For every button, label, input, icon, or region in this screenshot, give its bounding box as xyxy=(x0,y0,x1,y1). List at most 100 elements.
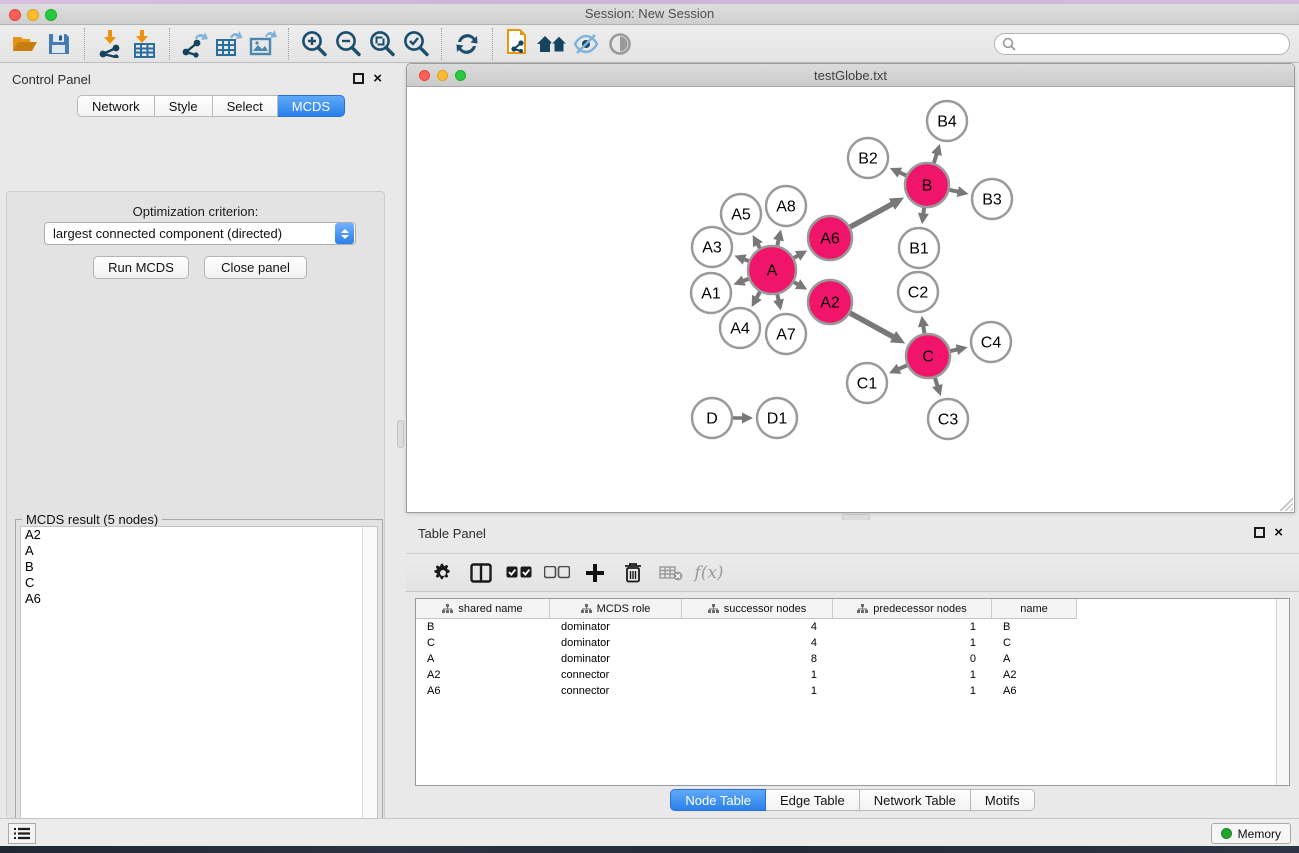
tab-node-table[interactable]: Node Table xyxy=(670,789,766,811)
import-table-button[interactable] xyxy=(127,28,161,60)
show-columns-button[interactable] xyxy=(462,558,500,588)
graph-node-D[interactable]: D xyxy=(692,398,732,438)
task-history-button[interactable] xyxy=(8,823,36,844)
table-cell: A xyxy=(992,653,1077,665)
column-header-name[interactable]: name xyxy=(992,599,1077,619)
run-mcds-button[interactable]: Run MCDS xyxy=(93,256,189,279)
save-session-button[interactable] xyxy=(42,28,76,60)
table-cell: connector xyxy=(550,669,682,681)
node-label: A1 xyxy=(701,286,721,303)
refresh-icon xyxy=(454,31,480,57)
graph-node-C3[interactable]: C3 xyxy=(928,399,968,439)
float-panel-icon[interactable] xyxy=(1254,527,1265,538)
tab-edge-table[interactable]: Edge Table xyxy=(766,789,860,811)
graph-node-C4[interactable]: C4 xyxy=(971,322,1011,362)
close-panel-button[interactable]: Close panel xyxy=(204,256,307,279)
tab-motifs[interactable]: Motifs xyxy=(971,789,1035,811)
graph-node-C2[interactable]: C2 xyxy=(898,272,938,312)
column-label: predecessor nodes xyxy=(873,603,967,615)
zoom-in-button[interactable] xyxy=(297,28,331,60)
result-item[interactable]: A2 xyxy=(21,527,377,543)
float-panel-icon[interactable] xyxy=(353,73,364,84)
hide-graphics-details-button[interactable] xyxy=(569,28,603,60)
zoom-out-button[interactable] xyxy=(331,28,365,60)
graph-node-A2[interactable]: A2 xyxy=(808,280,852,324)
node-label: D xyxy=(706,411,718,428)
table-scrollbar[interactable] xyxy=(1276,599,1289,785)
add-column-button[interactable] xyxy=(576,558,614,588)
graph-node-C1[interactable]: C1 xyxy=(847,363,887,403)
import-network-button[interactable] xyxy=(93,28,127,60)
tab-network-table[interactable]: Network Table xyxy=(860,789,971,811)
graph-node-D1[interactable]: D1 xyxy=(757,398,797,438)
delete-table-button[interactable] xyxy=(652,558,690,588)
graph-node-A5[interactable]: A5 xyxy=(721,194,761,234)
table-row[interactable]: Bdominator41B xyxy=(416,619,1289,635)
table-row[interactable]: A2connector11A2 xyxy=(416,667,1289,683)
search-input[interactable] xyxy=(1016,35,1289,53)
list-icon xyxy=(14,827,30,840)
show-hide-panel-button[interactable] xyxy=(603,28,637,60)
delete-column-button[interactable] xyxy=(614,558,652,588)
tab-network[interactable]: Network xyxy=(77,95,155,117)
deselect-all-button[interactable] xyxy=(538,558,576,588)
result-item[interactable]: A6 xyxy=(21,591,377,607)
network-window-titlebar[interactable]: testGlobe.txt xyxy=(407,64,1294,87)
criterion-dropdown[interactable]: largest connected component (directed) xyxy=(44,222,356,245)
network-canvas[interactable]: A5A8 A3 A A1 A4A7 A6 A2 B2 B4 B B3 B1C2 C C4 C1 C3 D D1 xyxy=(407,87,1294,512)
tab-select[interactable]: Select xyxy=(213,95,278,117)
export-network-button[interactable] xyxy=(178,28,212,60)
result-item[interactable]: A xyxy=(21,543,377,559)
result-scrollbar[interactable] xyxy=(362,527,377,851)
graph-node-C[interactable]: C xyxy=(906,334,950,378)
graph-node-A3[interactable]: A3 xyxy=(692,227,732,267)
select-all-button[interactable] xyxy=(500,558,538,588)
close-panel-icon[interactable]: × xyxy=(373,73,382,84)
column-header-predecessor-nodes[interactable]: predecessor nodes xyxy=(833,599,992,619)
splitpane-vertical-grip[interactable] xyxy=(397,420,404,448)
table-cell: C xyxy=(416,637,550,649)
search-field[interactable] xyxy=(994,33,1290,55)
graph-node-A7[interactable]: A7 xyxy=(766,314,806,354)
table-settings-button[interactable] xyxy=(424,558,462,588)
export-table-button[interactable] xyxy=(212,28,246,60)
graph-node-A1[interactable]: A1 xyxy=(691,273,731,313)
result-item[interactable]: B xyxy=(21,559,377,575)
new-network-from-selection-button[interactable] xyxy=(501,28,535,60)
graph-node-B2[interactable]: B2 xyxy=(848,138,888,178)
graph-node-B4[interactable]: B4 xyxy=(927,101,967,141)
table-row[interactable]: Adominator80A xyxy=(416,651,1289,667)
column-header-shared-name[interactable]: shared name xyxy=(416,599,550,619)
home-networks-button[interactable] xyxy=(535,28,569,60)
memory-button[interactable]: Memory xyxy=(1211,823,1291,844)
table-cell: B xyxy=(992,621,1077,633)
open-session-button[interactable] xyxy=(8,28,42,60)
tab-style[interactable]: Style xyxy=(155,95,213,117)
column-header-MCDS-role[interactable]: MCDS role xyxy=(550,599,682,619)
network-graph[interactable]: A5A8 A3 A A1 A4A7 A6 A2 B2 B4 B B3 B1C2 C C4 C1 C3 D D1 xyxy=(407,87,1294,512)
node-table[interactable]: shared nameMCDS rolesuccessor nodes prede… xyxy=(415,598,1290,786)
table-row[interactable]: A6connector11A6 xyxy=(416,683,1289,699)
memory-status-icon xyxy=(1221,828,1232,839)
graph-node-B3[interactable]: B3 xyxy=(972,179,1012,219)
graph-node-B[interactable]: B xyxy=(905,163,949,207)
graph-node-A[interactable]: A xyxy=(748,246,796,294)
tab-mcds[interactable]: MCDS xyxy=(278,95,345,117)
graph-node-B1[interactable]: B1 xyxy=(899,228,939,268)
table-row[interactable]: Cdominator41C xyxy=(416,635,1289,651)
refresh-button[interactable] xyxy=(450,28,484,60)
column-header-successor-nodes[interactable]: successor nodes xyxy=(682,599,833,619)
zoom-fit-button[interactable] xyxy=(365,28,399,60)
export-image-button[interactable] xyxy=(246,28,280,60)
graph-node-A8[interactable]: A8 xyxy=(766,186,806,226)
dropdown-stepper-icon xyxy=(335,223,354,244)
graph-node-A6[interactable]: A6 xyxy=(808,216,852,260)
control-panel-window-buttons: × xyxy=(353,73,382,84)
zoom-selected-button[interactable] xyxy=(399,28,433,60)
function-builder-button[interactable]: f(x) xyxy=(690,558,728,588)
result-item[interactable]: C xyxy=(21,575,377,591)
close-panel-icon[interactable]: × xyxy=(1274,527,1283,538)
window-resize-grip[interactable] xyxy=(1280,498,1293,511)
mcds-result-list[interactable]: A2ABCA6 xyxy=(20,526,378,852)
graph-node-A4[interactable]: A4 xyxy=(720,308,760,348)
